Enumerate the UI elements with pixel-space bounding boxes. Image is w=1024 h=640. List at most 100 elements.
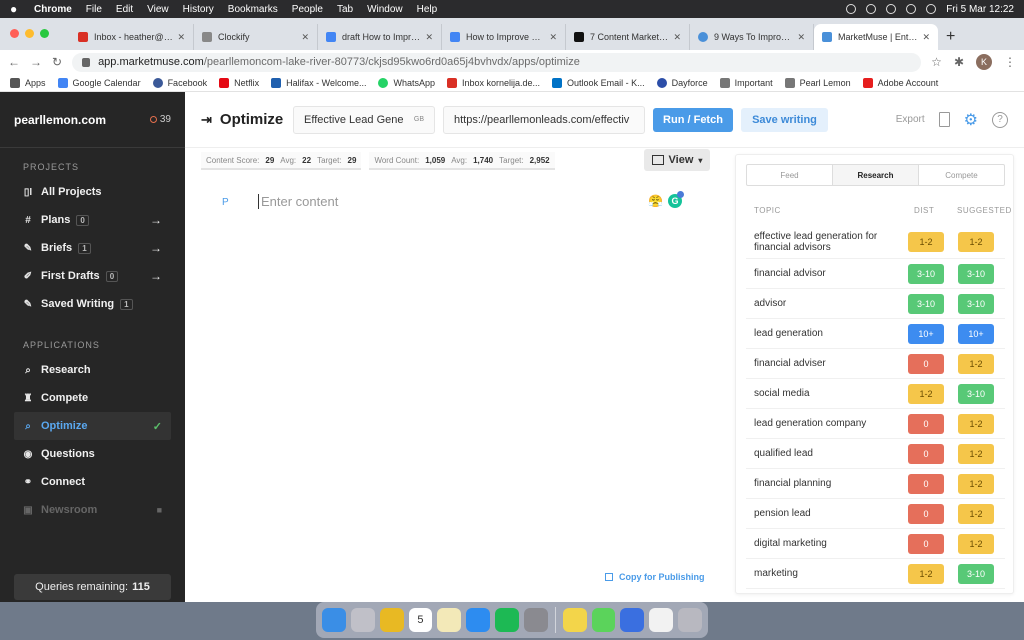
chrome-icon[interactable] [379, 608, 404, 632]
stickies-icon[interactable] [562, 608, 587, 632]
browser-tab[interactable]: draft How to Improve ✕ [318, 24, 442, 50]
bookmark-google-calendar[interactable]: Google Calendar [57, 77, 141, 88]
browser-tab[interactable]: Inbox - heather@pla ✕ [70, 24, 194, 50]
emoji-icon[interactable]: 😤 [648, 194, 663, 208]
topic-input[interactable]: Effective Lead Gene GB [293, 105, 435, 134]
arrow-right-icon[interactable]: → [150, 269, 162, 283]
org-name[interactable]: pearllemon.com [14, 113, 150, 127]
menu-history[interactable]: History [183, 4, 214, 15]
close-window-button[interactable] [10, 29, 19, 38]
zoom-window-button[interactable] [40, 29, 49, 38]
menu-tab[interactable]: Tab [337, 4, 353, 15]
table-row[interactable]: digital marketing 0 1-2 [746, 529, 1005, 559]
close-tab-icon[interactable]: ✕ [177, 32, 185, 43]
bookmark-dayforce[interactable]: Dayforce [656, 77, 708, 88]
calendar-icon[interactable]: 5 [408, 608, 433, 632]
sidebar-item-briefs[interactable]: ✎ Briefs 1 → [0, 234, 185, 262]
close-tab-icon[interactable]: ✕ [301, 32, 309, 43]
country-flag[interactable]: GB [414, 116, 424, 123]
url-input[interactable]: https://pearllemonleads.com/effectiv [443, 105, 645, 134]
menu-chrome[interactable]: Chrome [34, 4, 72, 15]
sidebar-item-connect[interactable]: ⚭ Connect [0, 468, 185, 496]
close-tab-icon[interactable]: ✕ [797, 32, 805, 43]
trash-icon[interactable] [678, 608, 702, 632]
more-menu-icon[interactable]: ⋮ [1004, 55, 1016, 69]
forward-icon[interactable]: → [30, 55, 42, 69]
col-dist[interactable]: DIST [914, 206, 934, 215]
close-tab-icon[interactable]: ✕ [549, 32, 557, 43]
table-row[interactable]: pension lead 0 1-2 [746, 499, 1005, 529]
col-suggested[interactable]: SUGGESTED [957, 206, 1012, 215]
search-icon[interactable] [906, 4, 917, 14]
apple-icon[interactable]: ● [10, 2, 24, 16]
bookmark-inbox[interactable]: Inbox kornelija.de... [447, 77, 540, 88]
launchpad-icon[interactable] [350, 608, 375, 632]
profile-avatar[interactable]: K [976, 54, 992, 70]
tab-research[interactable]: Research [833, 165, 919, 185]
browser-tab[interactable]: How to Improve Con ✕ [442, 24, 566, 50]
bookmark-pearl-lemon[interactable]: Pearl Lemon [784, 77, 851, 88]
table-row[interactable]: marketing 1-2 3-10 [746, 559, 1005, 589]
copy-for-publishing-button[interactable]: Copy for Publishing [605, 572, 705, 582]
control-center-icon[interactable] [926, 4, 937, 14]
bookmark-netflix[interactable]: Netflix [219, 77, 259, 88]
table-row[interactable]: financial planning 0 1-2 [746, 469, 1005, 499]
wifi-icon[interactable] [886, 4, 897, 14]
url-field[interactable]: app.marketmuse.com/pearllemoncom-lake-ri… [72, 52, 922, 72]
sidebar-item-all-projects[interactable]: ▯I All Projects [0, 178, 185, 206]
content-editor[interactable]: Enter content [258, 194, 338, 209]
menubar-datetime[interactable]: Fri 5 Mar 12:22 [946, 4, 1014, 15]
browser-tab[interactable]: 9 Ways To Improve Y ✕ [690, 24, 814, 50]
sidebar-item-optimize[interactable]: ⌕ Optimize ✓ [14, 412, 171, 440]
sidebar-item-plans[interactable]: # Plans 0 → [0, 206, 185, 234]
arrow-right-icon[interactable]: → [150, 241, 162, 255]
app-store-icon[interactable] [466, 608, 491, 632]
menu-view[interactable]: View [147, 4, 169, 15]
spotify-icon[interactable] [495, 608, 519, 632]
finder-icon[interactable] [322, 608, 346, 632]
tab-compete[interactable]: Compete [919, 165, 1004, 185]
save-writing-button[interactable]: Save writing [741, 107, 828, 132]
sidebar-item-questions[interactable]: ◉ Questions [0, 440, 185, 468]
status-icon[interactable] [846, 4, 857, 14]
bookmark-facebook[interactable]: Facebook [152, 77, 207, 88]
close-tab-icon[interactable]: ✕ [425, 32, 433, 43]
reload-icon[interactable]: ↻ [52, 55, 62, 69]
new-tab-button[interactable]: + [946, 28, 955, 46]
browser-tab[interactable]: Clockify ✕ [194, 24, 318, 50]
table-row[interactable]: financial adviser 0 1-2 [746, 349, 1005, 379]
document-icon[interactable] [938, 112, 950, 127]
sidebar-item-saved-writing[interactable]: ✎ Saved Writing 1 [0, 290, 185, 318]
run-fetch-button[interactable]: Run / Fetch [653, 107, 733, 132]
bookmark-apps[interactable]: Apps [10, 77, 46, 88]
close-tab-icon[interactable]: ✕ [673, 32, 681, 43]
table-row[interactable]: effective lead generation for financial … [746, 225, 1005, 259]
browser-tab[interactable]: 7 Content Marketing ✕ [566, 24, 690, 50]
document-icon[interactable] [649, 608, 674, 632]
menu-file[interactable]: File [86, 4, 102, 15]
play-icon[interactable] [866, 4, 877, 14]
table-row[interactable]: social media 1-2 3-10 [746, 379, 1005, 409]
lock-icon[interactable] [82, 57, 91, 67]
sidebar-item-compete[interactable]: ♜ Compete [0, 384, 185, 412]
back-icon[interactable]: ← [8, 55, 20, 69]
help-icon[interactable]: ? [992, 111, 1008, 128]
export-button[interactable]: Export [896, 114, 925, 125]
exit-icon[interactable]: ⇥ [201, 112, 212, 128]
menu-people[interactable]: People [292, 4, 323, 15]
bookmark-whatsapp[interactable]: WhatsApp [378, 77, 435, 88]
messages-icon[interactable] [591, 608, 616, 632]
sidebar-item-research[interactable]: ⌕ Research [0, 356, 185, 384]
star-icon[interactable]: ☆ [931, 55, 942, 69]
table-row[interactable]: advisor 3-10 3-10 [746, 289, 1005, 319]
bookmark-outlook[interactable]: Outlook Email - K... [552, 77, 645, 88]
menu-help[interactable]: Help [417, 4, 438, 15]
close-tab-icon[interactable]: ✕ [922, 32, 930, 43]
bookmark-halifax[interactable]: Halifax - Welcome... [271, 77, 366, 88]
table-row[interactable]: lead generation 10+ 10+ [746, 319, 1005, 349]
col-topic[interactable]: TOPIC [754, 206, 781, 215]
arrow-right-icon[interactable]: → [150, 213, 162, 227]
table-row[interactable]: financial advisor 3-10 3-10 [746, 259, 1005, 289]
menu-window[interactable]: Window [367, 4, 403, 15]
minimize-window-button[interactable] [25, 29, 34, 38]
